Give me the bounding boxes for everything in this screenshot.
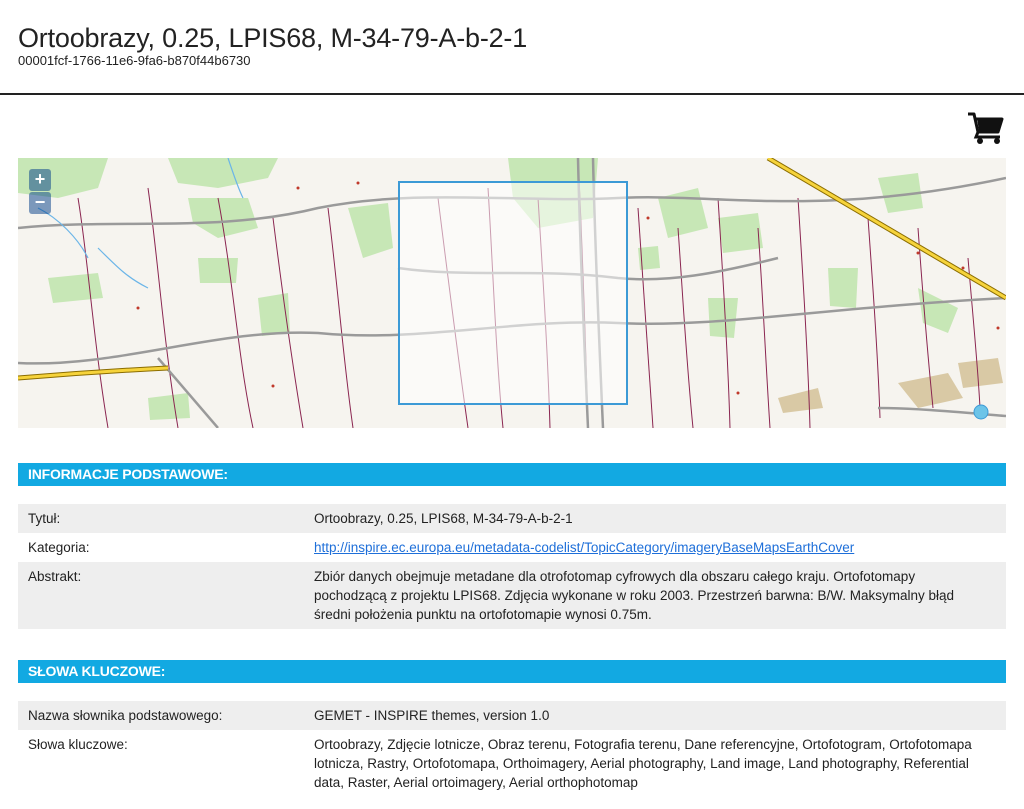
table-row: Tytuł: Ortoobrazy, 0.25, LPIS68, M-34-79…	[18, 504, 1006, 533]
row-label: Kategoria:	[28, 540, 90, 555]
add-to-cart-button[interactable]	[966, 110, 1006, 146]
map-view[interactable]: + −	[18, 158, 1006, 428]
page-header: Ortoobrazy, 0.25, LPIS68, M-34-79-A-b-2-…	[0, 0, 1024, 95]
keywords-table: Nazwa słownika podstawowego: GEMET - INS…	[18, 701, 1006, 797]
row-label: Tytuł:	[28, 511, 61, 526]
page-title: Ortoobrazy, 0.25, LPIS68, M-34-79-A-b-2-…	[18, 23, 528, 53]
record-id: 00001fcf-1766-11e6-9fa6-b870f44b6730	[18, 53, 251, 68]
row-value: Ortoobrazy, Zdjęcie lotnicze, Obraz tere…	[314, 737, 972, 790]
table-row: Kategoria: http://inspire.ec.europa.eu/m…	[18, 533, 1006, 562]
section-basic-info-heading: INFORMACJE PODSTAWOWE:	[18, 463, 1006, 486]
row-label: Abstrakt:	[28, 569, 82, 584]
table-row: Nazwa słownika podstawowego: GEMET - INS…	[18, 701, 1006, 730]
row-value: GEMET - INSPIRE themes, version 1.0	[314, 708, 550, 723]
dataset-footprint	[398, 181, 628, 405]
table-row: Słowa kluczowe: Ortoobrazy, Zdjęcie lotn…	[18, 730, 1006, 797]
row-value: Ortoobrazy, 0.25, LPIS68, M-34-79-A-b-2-…	[314, 511, 573, 526]
section-keywords-heading: SŁOWA KLUCZOWE:	[18, 660, 1006, 683]
row-label: Nazwa słownika podstawowego:	[28, 708, 223, 723]
row-label: Słowa kluczowe:	[28, 737, 128, 752]
zoom-out-button[interactable]: −	[29, 192, 51, 214]
zoom-in-button[interactable]: +	[29, 169, 51, 191]
basic-info-table: Tytuł: Ortoobrazy, 0.25, LPIS68, M-34-79…	[18, 504, 1006, 629]
category-link[interactable]: http://inspire.ec.europa.eu/metadata-cod…	[314, 540, 854, 555]
table-row: Abstrakt: Zbiór danych obejmuje metadane…	[18, 562, 1006, 629]
row-value: Zbiór danych obejmuje metadane dla otrof…	[314, 569, 955, 622]
row-value: http://inspire.ec.europa.eu/metadata-cod…	[314, 533, 1006, 562]
cart-icon	[968, 112, 1004, 144]
